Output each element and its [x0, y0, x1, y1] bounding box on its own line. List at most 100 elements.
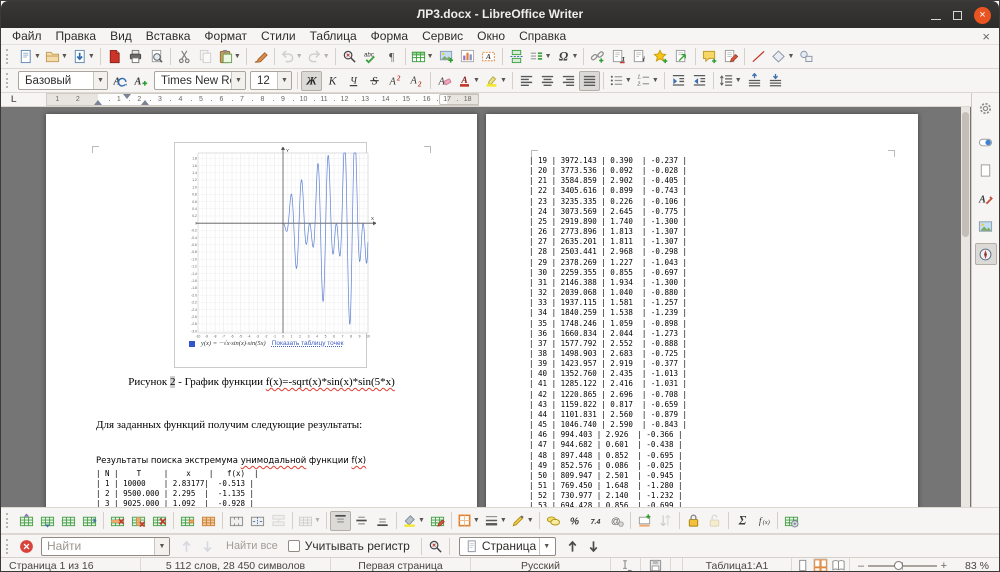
dropdown-arrow-icon[interactable]: ▼	[787, 53, 794, 60]
insert-table-button[interactable]: ▼	[409, 47, 436, 67]
status-page-style[interactable]: Первая страница	[331, 558, 471, 572]
formatting-marks-button[interactable]: ¶	[381, 47, 402, 67]
dropdown-arrow-icon[interactable]: ▼	[652, 77, 659, 84]
insert-page-break-button[interactable]	[506, 47, 527, 67]
dropdown-arrow-icon[interactable]: ▼	[500, 517, 507, 524]
font-size-combo[interactable]: 12▼	[250, 71, 292, 90]
sidebar-settings-button[interactable]	[975, 97, 997, 119]
font-name-dropdown[interactable]: ▼	[231, 72, 245, 89]
align-center-button[interactable]	[537, 71, 558, 91]
close-find-bar-button[interactable]	[16, 536, 37, 556]
zoom-out-icon[interactable]: –	[858, 560, 864, 572]
dropdown-arrow-icon[interactable]: ▼	[545, 53, 552, 60]
tab-stop-selector[interactable]: L	[11, 94, 17, 104]
align-right-button[interactable]	[558, 71, 579, 91]
merge-cells-button[interactable]	[226, 511, 247, 531]
columns-before-button[interactable]	[58, 511, 79, 531]
match-case-label[interactable]: Учитывать регистр	[305, 539, 410, 553]
menu-file[interactable]: Файл	[5, 28, 49, 44]
left-indent-marker[interactable]	[94, 100, 102, 105]
delete-column-button[interactable]	[128, 511, 149, 531]
minimize-icon[interactable]	[931, 11, 941, 20]
maximize-icon[interactable]	[953, 11, 962, 20]
navigate-by-dropdown[interactable]: ▼	[539, 538, 553, 555]
italic-button[interactable]: К	[322, 71, 343, 91]
vertical-scrollbar[interactable]	[961, 107, 970, 507]
insert-line-button[interactable]	[748, 47, 769, 67]
align-left-button[interactable]	[516, 71, 537, 91]
sidebar-page-button[interactable]	[975, 159, 997, 181]
dropdown-arrow-icon[interactable]: ▼	[500, 77, 507, 84]
insert-special-character-button[interactable]: Ω▼	[554, 47, 581, 67]
underline-button[interactable]: Ч	[343, 71, 364, 91]
match-case-checkbox[interactable]	[288, 540, 300, 552]
zoom-level[interactable]: 83 %	[955, 558, 999, 572]
show-draw-functions-button[interactable]	[796, 47, 817, 67]
highlighting-color-button[interactable]: ▼	[482, 71, 509, 91]
toolbar-grip[interactable]	[6, 73, 11, 88]
clone-formatting-button[interactable]	[250, 47, 271, 67]
navigate-by-combo[interactable]: Страница ▼	[459, 537, 556, 556]
table-properties-button[interactable]	[781, 511, 802, 531]
horizontal-ruler[interactable]: 21123456789101112131415161718	[46, 93, 479, 106]
dropdown-arrow-icon[interactable]: ▼	[427, 53, 434, 60]
font-color-button[interactable]: A▼	[455, 71, 482, 91]
toolbar-grip[interactable]	[6, 539, 11, 554]
status-save-state[interactable]	[641, 558, 671, 572]
status-word-count[interactable]: 5 112 слов, 28 450 символов	[141, 558, 331, 572]
chart-object[interactable]: YX1.81.61.41.21.00.80.60.40.20-0.2-0.4-0…	[174, 142, 367, 368]
decrease-paragraph-spacing-button[interactable]	[765, 71, 786, 91]
delete-table-button[interactable]	[149, 511, 170, 531]
ordered-list-button[interactable]: 1.2.▼	[634, 71, 661, 91]
sidebar-navigator-button[interactable]	[975, 243, 997, 265]
save-button[interactable]: ▼	[70, 47, 97, 67]
optimize-size-button[interactable]: ▼	[296, 511, 323, 531]
dropdown-arrow-icon[interactable]: ▼	[572, 53, 579, 60]
menu-edit[interactable]: Правка	[49, 28, 104, 44]
decimal-format-button[interactable]: 7.4	[585, 511, 606, 531]
find-next-button[interactable]	[197, 536, 218, 556]
insert-text-box-button[interactable]: A	[478, 47, 499, 67]
paste-button[interactable]: ▼	[216, 47, 243, 67]
show-points-table-link[interactable]: Показать таблицу точек	[272, 340, 344, 347]
insert-cross-reference-button[interactable]	[671, 47, 692, 67]
rows-below-button[interactable]	[37, 511, 58, 531]
font-name-combo[interactable]: Times New Ro▼	[154, 71, 246, 90]
paragraph-style-combo[interactable]: Базовый▼	[18, 71, 108, 90]
menu-view[interactable]: Вид	[103, 28, 139, 44]
sidebar-styles-button[interactable]: A	[975, 187, 997, 209]
dropdown-arrow-icon[interactable]: ▼	[88, 53, 95, 60]
insert-endnote-button[interactable]: i	[629, 47, 650, 67]
titlebar[interactable]: ЛР3.docx - LibreOffice Writer ×	[1, 1, 999, 28]
percent-format-button[interactable]: %	[564, 511, 585, 531]
number-format-button[interactable]: @	[606, 511, 627, 531]
sum-button[interactable]: Σ	[732, 511, 753, 531]
single-page-view-icon[interactable]	[795, 558, 810, 572]
decrease-indent-button[interactable]	[689, 71, 710, 91]
menu-form[interactable]: Форма	[364, 28, 415, 44]
insert-footnote-button[interactable]: 1	[608, 47, 629, 67]
sort-button[interactable]	[655, 511, 676, 531]
superscript-button[interactable]: A2	[385, 71, 406, 91]
font-size-dropdown[interactable]: ▼	[277, 72, 291, 89]
cut-button[interactable]	[174, 47, 195, 67]
line-spacing-button[interactable]: ▼	[717, 71, 744, 91]
align-top-button[interactable]	[330, 511, 351, 531]
strikethrough-button[interactable]: S	[364, 71, 385, 91]
dropdown-arrow-icon[interactable]: ▼	[735, 77, 742, 84]
center-vertically-button[interactable]	[351, 511, 372, 531]
autoformat-table-button[interactable]	[427, 511, 448, 531]
insert-image-button[interactable]	[436, 47, 457, 67]
bold-button[interactable]: Ж	[301, 71, 322, 91]
zoom-thumb[interactable]	[894, 561, 903, 570]
menu-tools[interactable]: Сервис	[415, 28, 470, 44]
align-bottom-button[interactable]	[372, 511, 393, 531]
dropdown-arrow-icon[interactable]: ▼	[61, 53, 68, 60]
search-history-dropdown[interactable]: ▼	[154, 538, 169, 555]
find-previous-button[interactable]	[176, 536, 197, 556]
split-cells-button[interactable]	[247, 511, 268, 531]
find-and-replace-button[interactable]	[339, 47, 360, 67]
select-cell-button[interactable]	[177, 511, 198, 531]
columns-after-button[interactable]	[79, 511, 100, 531]
borders-button[interactable]: ▼	[455, 511, 482, 531]
